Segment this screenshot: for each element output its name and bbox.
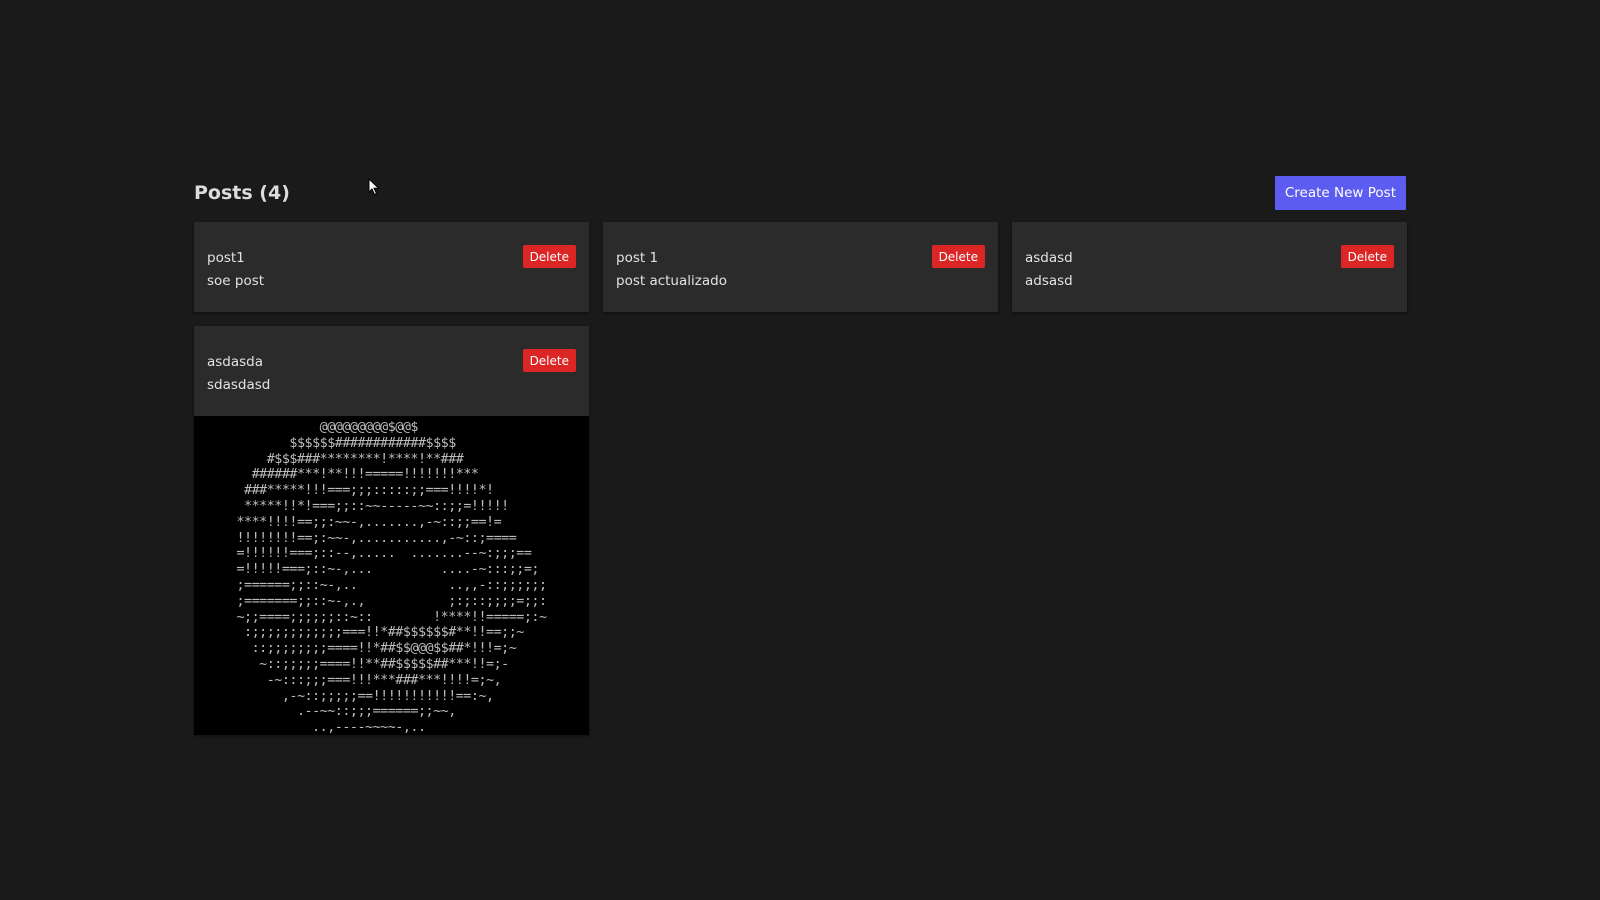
posts-page: Posts (4) Create New Post post1 soe post… <box>194 176 1407 735</box>
post-card-body: post 1 post actualizado Delete <box>603 222 998 312</box>
post-card-body: asdasda sdasdasd Delete <box>194 326 589 416</box>
post-card-body: post1 soe post Delete <box>194 222 589 312</box>
post-content: adsasd <box>1025 273 1073 289</box>
page-title: Posts (4) <box>194 182 290 204</box>
post-card: asdasd adsasd Delete <box>1012 222 1407 312</box>
post-content: sdasdasd <box>207 377 271 393</box>
delete-post-button[interactable]: Delete <box>522 245 576 268</box>
post-content: soe post <box>207 273 265 289</box>
create-new-post-button[interactable]: Create New Post <box>1274 176 1406 210</box>
post-title: post 1 <box>616 250 659 266</box>
post-card-body: asdasd adsasd Delete <box>1012 222 1407 312</box>
post-title: asdasd <box>1025 250 1073 266</box>
delete-post-button[interactable]: Delete <box>931 245 985 268</box>
post-card: post1 soe post Delete <box>194 222 589 312</box>
delete-post-button[interactable]: Delete <box>1340 245 1394 268</box>
post-image: @@@@@@@@@$@@$ $$$$$$############$$$$ #$$… <box>194 416 589 735</box>
post-content: post actualizado <box>616 273 727 289</box>
ascii-art-image: @@@@@@@@@$@@$ $$$$$$############$$$$ #$$… <box>236 420 547 735</box>
post-card: asdasda sdasdasd Delete @@@@@@@@@$@@$ $$… <box>194 326 589 735</box>
post-title: asdasda <box>207 354 264 370</box>
post-card: post 1 post actualizado Delete <box>603 222 998 312</box>
post-title: post1 <box>207 250 245 266</box>
delete-post-button[interactable]: Delete <box>522 349 576 372</box>
posts-grid: post1 soe post Delete post 1 post actual… <box>194 222 1407 735</box>
